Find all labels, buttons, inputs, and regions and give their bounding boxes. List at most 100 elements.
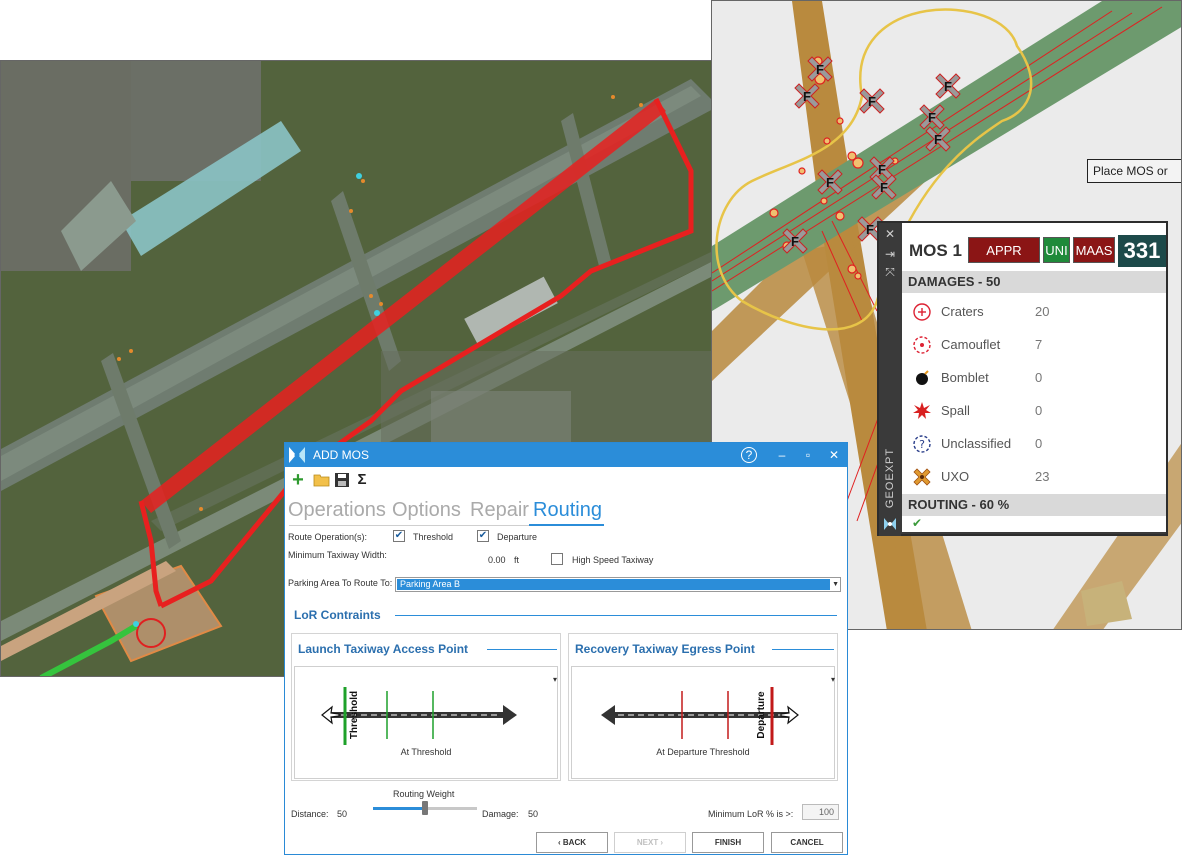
bomblet-icon (916, 370, 929, 385)
damage-label: Damage: (482, 809, 519, 819)
open-folder-icon[interactable] (313, 471, 331, 489)
damages-header[interactable]: DAMAGES - 50 (902, 271, 1166, 293)
add-icon[interactable]: + (289, 470, 307, 490)
min-taxiway-unit: ft (514, 555, 520, 565)
add-mos-dialog: ADD MOS ? – ▫ ✕ + Σ Operations Options R… (284, 442, 848, 855)
routing-header[interactable]: ROUTING - 60 % (902, 494, 1166, 516)
high-speed-checkbox[interactable] (551, 553, 563, 565)
minimize-icon[interactable]: – (773, 446, 791, 464)
damage-value: 50 (528, 809, 539, 819)
dialog-titlebar[interactable]: ADD MOS ? – ▫ ✕ (285, 443, 847, 467)
route-ops-label: Route Operation(s): (288, 532, 368, 542)
cancel-button[interactable]: CANCEL (771, 832, 843, 853)
damage-name: Camouflet (941, 337, 1001, 352)
damage-name: Bomblet (941, 370, 989, 385)
uxo-marker-label: F (928, 110, 936, 125)
launch-caption: At Threshold (400, 747, 452, 757)
slider-thumb[interactable] (422, 801, 428, 815)
damage-name: Spall (941, 403, 970, 418)
close-icon[interactable]: ✕ (825, 446, 843, 464)
pin-icon[interactable]: ⇥ (883, 247, 897, 261)
crater-icon (913, 303, 931, 321)
damage-value: 7 (1035, 337, 1043, 352)
damage-row-craters[interactable]: Craters 20 (902, 295, 1166, 328)
launch-dropdown-icon[interactable]: ▾ (553, 675, 557, 684)
card-divider (487, 649, 557, 650)
uxo-marker-label: F (791, 234, 799, 249)
launch-diagram[interactable]: Threshold At Threshold (294, 666, 558, 779)
lor-divider (395, 615, 837, 616)
uni-tag[interactable]: UNI (1043, 237, 1070, 263)
parking-area-select[interactable]: Parking Area B ▼ (395, 577, 841, 592)
uxo-marker-label: F (816, 62, 824, 77)
tab-options[interactable]: Options (392, 499, 461, 522)
damage-row-camouflet[interactable]: Camouflet 7 (902, 328, 1166, 361)
recovery-diagram[interactable]: Departure At Departure Threshold (571, 666, 835, 779)
uxo-marker-label: F (826, 175, 834, 190)
distance-label: Distance: (291, 809, 329, 819)
mos-count-badge: 331 (1118, 235, 1166, 267)
threshold-label: Threshold (413, 532, 454, 542)
tab-routing[interactable]: Routing (533, 499, 602, 522)
damage-value: 0 (1035, 436, 1043, 451)
parking-area-value: Parking Area B (397, 579, 830, 590)
mos-header: MOS 1 APPR LIGHT UNI MAAS 331 (902, 235, 1166, 284)
dialog-title: ADD MOS (313, 448, 370, 462)
appr-light-tag[interactable]: APPR LIGHT (968, 237, 1040, 284)
maas-tag[interactable]: MAAS (1073, 237, 1115, 263)
uxo-marker-label: F (934, 132, 942, 147)
back-button[interactable]: ‹ BACK (536, 832, 608, 853)
finish-button[interactable]: FINISH (692, 832, 764, 853)
parking-label: Parking Area To Route To: (288, 578, 393, 588)
uxo-marker-label: F (803, 89, 811, 104)
mos-panel-body: MOS 1 APPR LIGHT UNI MAAS 331 DAMAGES - … (902, 223, 1166, 532)
damage-value: 0 (1035, 370, 1043, 385)
geoexpt-label: GEOEXPT (884, 447, 896, 509)
place-mos-tooltip: Place MOS or (1087, 159, 1181, 183)
departure-label: Departure (497, 532, 538, 542)
damage-row-unclassified[interactable]: ? Unclassified 0 (902, 427, 1166, 460)
tab-repair[interactable]: Repair (470, 499, 529, 522)
slider-fill (373, 807, 425, 810)
dialog-toolbar: + Σ (285, 467, 847, 493)
uxo-marker-label: F (868, 94, 876, 109)
damage-row-bomblet[interactable]: Bomblet 0 (902, 361, 1166, 394)
tab-operations[interactable]: Operations (288, 499, 386, 522)
uxo-marker-label: F (878, 162, 886, 177)
maximize-icon[interactable]: ▫ (799, 446, 817, 464)
recovery-caption: At Departure Threshold (656, 747, 750, 757)
distance-value: 50 (337, 809, 348, 819)
min-lor-input[interactable]: 100 (802, 804, 839, 820)
recovery-card-title: Recovery Taxiway Egress Point (575, 642, 755, 656)
camouflet-icon (913, 336, 931, 354)
launch-access-card: Launch Taxiway Access Point Threshold At… (291, 633, 561, 781)
close-icon[interactable]: ✕ (883, 227, 897, 241)
min-taxiway-label: Minimum Taxiway Width: (288, 550, 387, 560)
chevron-down-icon[interactable]: ▼ (832, 578, 839, 591)
recovery-egress-card: Recovery Taxiway Egress Point Departure … (568, 633, 838, 781)
departure-checkbox[interactable]: ✔ (477, 530, 489, 542)
routing-weight-label: Routing Weight (393, 789, 455, 799)
help-icon[interactable]: ? (741, 447, 757, 463)
threshold-checkbox[interactable]: ✔ (393, 530, 405, 542)
min-lor-label: Minimum LoR % is >: (708, 809, 794, 819)
damage-value: 20 (1035, 304, 1050, 319)
launch-card-title: Launch Taxiway Access Point (298, 642, 469, 656)
save-icon[interactable] (333, 471, 351, 489)
damage-row-uxo[interactable]: UXO 23 (902, 460, 1166, 493)
damage-value: 0 (1035, 403, 1043, 418)
uxo-marker-label: F (944, 79, 952, 94)
damage-row-spall[interactable]: Spall 0 (902, 394, 1166, 427)
svg-text:?: ? (919, 438, 925, 451)
recovery-dropdown-icon[interactable]: ▾ (831, 675, 835, 684)
damage-name: Unclassified (941, 436, 1012, 451)
min-taxiway-value[interactable]: 0.00 (488, 555, 506, 565)
expand-icon[interactable]: ⤧ (883, 265, 897, 279)
uxo-marker-label: F (880, 180, 888, 195)
next-button[interactable]: NEXT › (614, 832, 686, 853)
spall-icon (913, 402, 931, 419)
mos-panel: ✕ ⇥ ⤧ GEOEXPT MOS 1 APPR LIGHT UNI MAAS … (877, 221, 1168, 536)
high-speed-label: High Speed Taxiway (572, 555, 654, 565)
sum-icon[interactable]: Σ (353, 471, 371, 489)
lor-constraints-title: LoR Contraints (294, 608, 381, 622)
